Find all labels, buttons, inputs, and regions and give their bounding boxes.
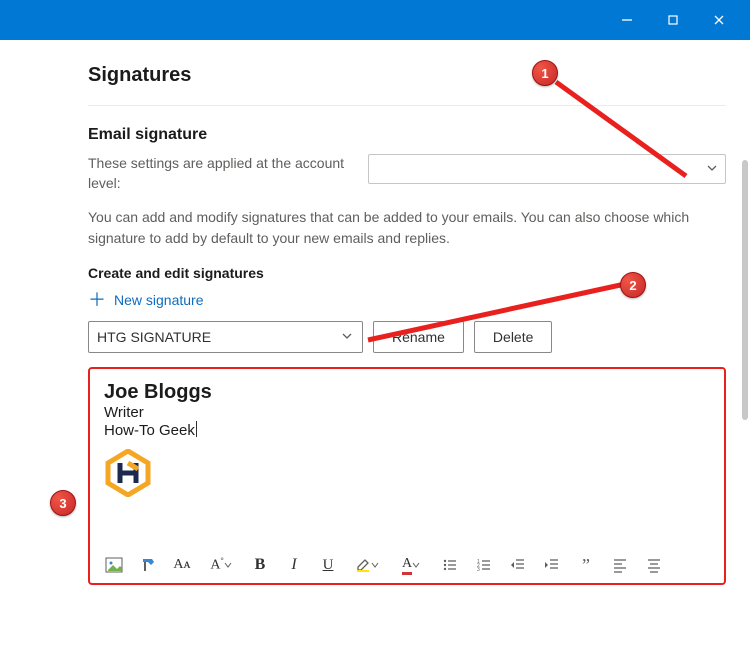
minimize-button[interactable] [604,0,650,40]
scrollbar-thumb[interactable] [742,160,748,420]
align-left-icon[interactable] [610,555,630,575]
chevron-down-icon [340,329,354,346]
new-signature-label: New signature [114,292,204,308]
page-title: Signatures [88,40,726,106]
svg-text:3: 3 [477,567,480,573]
quote-icon[interactable]: ” [576,555,596,575]
indent-icon[interactable] [542,555,562,575]
section-email-signature: Email signature [88,126,726,144]
content-area: 1 2 3 Signatures Email signature These s… [0,40,750,646]
maximize-button[interactable] [650,0,696,40]
insert-image-icon[interactable] [104,555,124,575]
annotation-badge-1: 1 [532,60,558,86]
account-dropdown[interactable] [368,154,726,184]
window-titlebar [0,0,750,40]
signature-select-value: HTG SIGNATURE [97,329,211,345]
font-size-icon[interactable]: A° [206,555,236,575]
rename-button[interactable]: Rename [373,321,464,353]
new-signature-button[interactable]: ＋ New signature [88,291,204,309]
bulleted-list-icon[interactable] [440,555,460,575]
plus-icon: ＋ [88,291,106,309]
annotation-badge-2: 2 [620,272,646,298]
signature-company-line: How-To Geek [104,421,710,439]
font-color-icon[interactable]: A [396,555,426,575]
signatures-description: You can add and modify signatures that c… [88,207,726,249]
delete-button[interactable]: Delete [474,321,552,353]
change-case-icon[interactable]: Aᴀ [172,555,192,575]
account-level-label: These settings are applied at the accoun… [88,154,348,193]
signature-name: Joe Bloggs [104,381,710,404]
outdent-icon[interactable] [508,555,528,575]
signature-select[interactable]: HTG SIGNATURE [88,321,363,353]
numbered-list-icon[interactable]: 123 [474,555,494,575]
format-painter-icon[interactable] [138,555,158,575]
signature-title-line: Writer [104,404,710,421]
signature-editor-body[interactable]: Joe Bloggs Writer How-To Geek [104,381,710,549]
italic-button[interactable]: I [284,555,304,575]
highlight-icon[interactable] [352,555,382,575]
bold-button[interactable]: B [250,555,270,575]
annotation-badge-3: 3 [50,490,76,516]
align-center-icon[interactable] [644,555,664,575]
htg-logo-icon [104,449,152,497]
close-button[interactable] [696,0,742,40]
underline-button[interactable]: U [318,555,338,575]
signature-editor: Joe Bloggs Writer How-To Geek [88,367,726,585]
editor-toolbar: Aᴀ A° B I U A [104,549,710,577]
chevron-down-icon [705,161,719,178]
scrollbar[interactable] [742,160,748,630]
